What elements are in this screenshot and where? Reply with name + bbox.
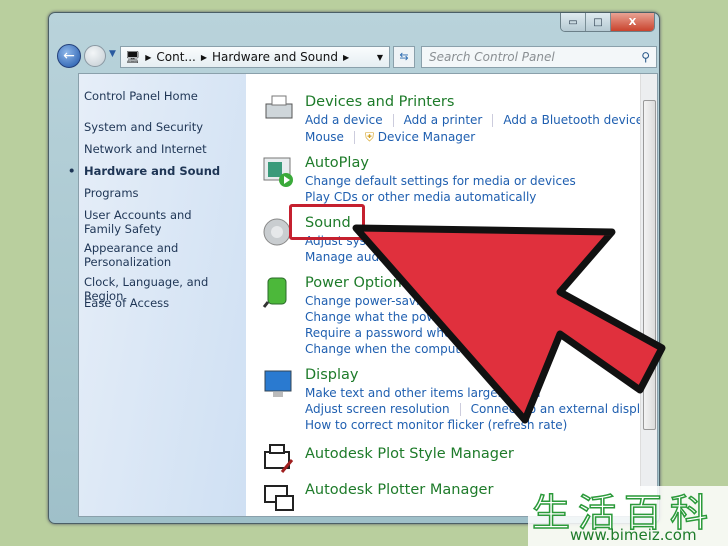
red-arrow-annotation: [352, 224, 666, 424]
watermark-url: www.bimeiz.com: [570, 526, 697, 544]
arrow-shape: [352, 224, 666, 424]
watermark-logo: 生活百科 www.bimeiz.com: [528, 486, 728, 546]
